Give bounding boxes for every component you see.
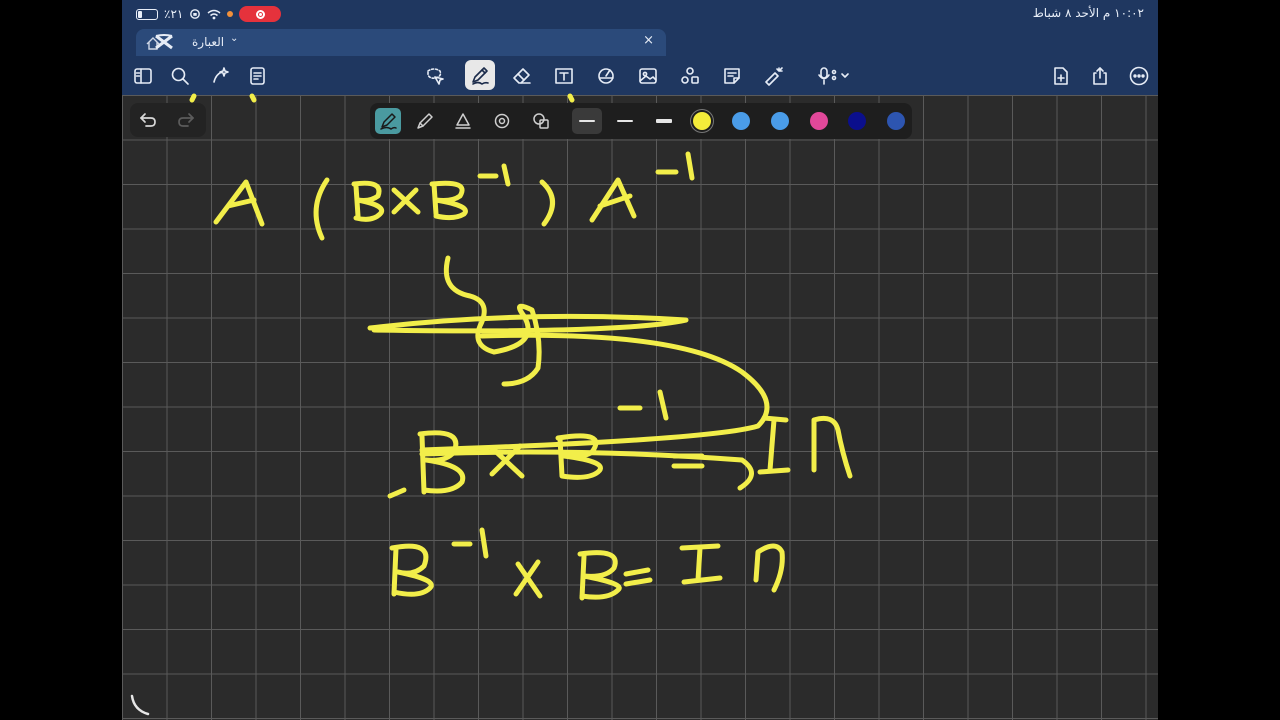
- brush-pen-icon[interactable]: [450, 108, 476, 134]
- handwriting-scribbles: [367, 255, 770, 491]
- handwriting-line-3: [389, 527, 785, 601]
- color-swatch-yellow[interactable]: [693, 112, 711, 130]
- handwriting-line-1: [213, 151, 695, 241]
- color-swatch-royal-blue[interactable]: [887, 112, 905, 130]
- color-swatch-navy[interactable]: [848, 112, 866, 130]
- color-swatch-light-blue[interactable]: [771, 112, 789, 130]
- page-corner-mark: [130, 694, 150, 716]
- pen-options-bar: [370, 103, 912, 139]
- undo-icon[interactable]: [138, 110, 158, 130]
- color-swatch-blue[interactable]: [732, 112, 750, 130]
- ballpoint-pen-icon[interactable]: [412, 108, 438, 134]
- handwriting-line-2: [387, 389, 853, 499]
- highlighter-options-icon[interactable]: [528, 108, 554, 134]
- fountain-pen-icon[interactable]: [375, 108, 401, 134]
- history-controls: [130, 103, 206, 137]
- stroke-width-thick[interactable]: [649, 108, 679, 134]
- color-swatch-pink[interactable]: [810, 112, 828, 130]
- redo-icon[interactable]: [176, 110, 196, 130]
- stroke-width-thin[interactable]: [572, 108, 602, 134]
- stroke-width-medium[interactable]: [610, 108, 640, 134]
- shape-pen-icon[interactable]: [489, 108, 515, 134]
- app-screen: ٪٢١ ١٠:٠٢ م الأحد ٨ شباط العبارة ⌄ ×: [122, 0, 1158, 720]
